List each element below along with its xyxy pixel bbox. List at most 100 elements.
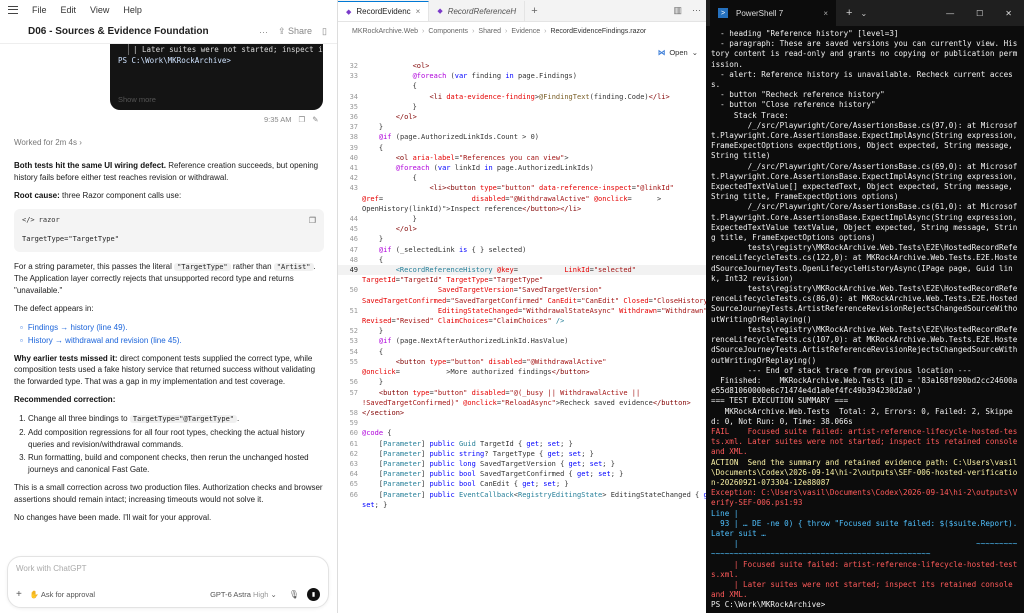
code-line[interactable]: OpenHistory(linkId)">Inspect reference</… [338, 204, 706, 214]
code-line[interactable]: 48 { [338, 255, 706, 265]
code-line[interactable]: !SavedTargetConfirmed)" @onclick="Reload… [338, 398, 706, 408]
code-line[interactable]: 49 <RecordReferenceHistory @key= LinkId=… [338, 265, 706, 276]
code-line[interactable]: SavedTargetConfirmed="SavedTargetConfirm… [338, 296, 706, 306]
model-selector[interactable]: GPT-6 Astra High ⌄ [210, 590, 277, 599]
approval-selector[interactable]: ✋ Ask for approval [30, 590, 210, 599]
code-line[interactable]: 41 @foreach (var linkId in page.Authoriz… [338, 163, 706, 173]
terminal-line: === TEST EXECUTION SUMMARY === [711, 396, 849, 406]
breadcrumb-item[interactable]: RecordEvidenceFindings.razor [550, 28, 646, 35]
worked-duration[interactable]: Worked for 2m 4s › [14, 138, 82, 147]
code-line[interactable]: 57 <button type="button" disabled="@(_bu… [338, 388, 706, 398]
list-item: Add composition regressions for all four… [28, 427, 324, 450]
tab-powershell[interactable]: > PowerShell 7 × [710, 0, 836, 26]
code-line[interactable]: 40 <ol aria-label="References you can vi… [338, 153, 706, 163]
code-line[interactable]: 65 [Parameter] public bool CanEdit { get… [338, 479, 706, 489]
code-line[interactable]: 35 } [338, 102, 706, 112]
terminal-output[interactable]: - heading "Reference history" [level=3] … [706, 26, 1024, 613]
share-button[interactable]: ⇪ Share [278, 26, 312, 37]
code-text: @foreach (var finding in page.Findings) [412, 72, 577, 81]
terminal-line: | ~~~~~~~~~~~~~~~~~~~~~~~~~~~~~~~~~~~~~~… [711, 539, 1018, 559]
show-more-link[interactable]: Show more [118, 94, 315, 105]
code-text: { [362, 174, 417, 183]
tab-record-reference-history[interactable]: ◆ RecordReferenceH [429, 1, 526, 21]
code-line[interactable]: 34 <li data-evidence-finding>@FindingTex… [338, 92, 706, 102]
code-line[interactable]: 46 } [338, 234, 706, 244]
list-item[interactable]: ▫ Findings → history (line 49). [20, 322, 324, 334]
code-line[interactable]: 39 { [338, 143, 706, 153]
code-line[interactable]: @ref= disabled="@WithdrawalActive" @oncl… [338, 194, 706, 204]
new-tab-icon[interactable]: + [846, 7, 852, 19]
code-line[interactable]: 59 [338, 418, 706, 428]
more-options-button[interactable]: ··· [259, 27, 268, 37]
code-line[interactable]: 62 [Parameter] public string? TargetType… [338, 449, 706, 459]
minimize-icon[interactable]: — [946, 9, 954, 18]
close-window-icon[interactable]: ✕ [1005, 9, 1012, 18]
list-item: Run formatting, build and component chec… [28, 452, 324, 475]
code-line[interactable]: 63 [Parameter] public long SavedTargetVe… [338, 459, 706, 469]
code-line[interactable]: 66 [Parameter] public EventCallback<Regi… [338, 490, 706, 500]
code-line[interactable]: 55 <button type="button" disabled="@With… [338, 357, 706, 367]
terminal-line: FAIL Focused suite failed: artist-refere… [711, 426, 1022, 457]
menu-edit[interactable]: Edit [61, 5, 77, 15]
code-line[interactable]: 36 </ol> [338, 112, 706, 122]
chevron-down-icon: ⌄ [691, 48, 698, 57]
code-line[interactable]: 51 EditingStateChanged="WithdrawalStateA… [338, 306, 706, 316]
code-line[interactable]: 50 SavedTargetVersion="SavedTargetVersio… [338, 285, 706, 295]
message-input[interactable]: Work with ChatGPT [16, 564, 87, 573]
close-icon[interactable]: × [823, 9, 828, 18]
sidebar-toggle-icon[interactable]: ▯ [322, 26, 327, 37]
line-number: 60 [349, 429, 358, 438]
code-line[interactable]: Revised="Revised" ClaimChoices="ClaimCho… [338, 316, 706, 326]
file-icon: ▫ [20, 336, 23, 345]
code-line[interactable]: 53 @if (page.NextAfterAuthorizedLinkId.H… [338, 336, 706, 346]
breadcrumb-item[interactable]: MKRockArchive.Web [352, 28, 418, 35]
microphone-icon[interactable]: 🎙︎ [289, 590, 299, 599]
open-in-button[interactable]: ⋈ Open ⌄ [658, 48, 698, 57]
breadcrumb-item[interactable]: Components [428, 28, 468, 35]
code-line[interactable]: 60 @code { [338, 428, 706, 438]
copy-code-icon[interactable]: ❐ [309, 215, 316, 227]
code-line[interactable]: 64 [Parameter] public bool SavedTargetCo… [338, 469, 706, 479]
code-line[interactable]: 45 </ol> [338, 224, 706, 234]
code-line[interactable]: 42 { [338, 173, 706, 183]
code-area[interactable]: 32 <ol> 33 @foreach (var finding in page.… [338, 61, 706, 510]
code-line[interactable]: 61 [Parameter] public Guid TargetId { ge… [338, 439, 706, 449]
breadcrumb-item[interactable]: Shared [478, 28, 501, 35]
menu-help[interactable]: Help [123, 5, 142, 15]
code-line[interactable]: 38 @if (page.AuthorizedLinkIds.Count > 0… [338, 132, 706, 142]
code-line[interactable]: 37 } [338, 122, 706, 132]
list-item[interactable]: ▫ History → withdrawal and revision (line… [20, 335, 324, 347]
new-tab-icon[interactable]: + [525, 5, 543, 21]
code-line[interactable]: 43 <li><button type="button" data-refere… [338, 183, 706, 193]
add-icon[interactable]: + [16, 589, 22, 600]
code-text: [Parameter] public long SavedTargetVersi… [362, 459, 615, 468]
tab-record-evidence[interactable]: ◆ RecordEvidenc × [338, 1, 430, 21]
copy-icon[interactable]: ❐ [299, 115, 306, 124]
code-line[interactable]: 52 } [338, 326, 706, 336]
code-line[interactable]: 56 } [338, 377, 706, 387]
edit-icon[interactable]: ✎ [312, 115, 318, 124]
code-line[interactable]: 58 </section> [338, 408, 706, 418]
line-number: 43 [349, 184, 358, 193]
more-icon[interactable]: ⋯ [687, 5, 706, 21]
code-line[interactable]: 44 } [338, 214, 706, 224]
code-line[interactable]: set; } [338, 500, 706, 510]
chevron-down-icon[interactable]: ⌄ [860, 9, 867, 18]
code-line[interactable]: 54 { [338, 347, 706, 357]
maximize-icon[interactable]: ☐ [976, 9, 983, 18]
code-line[interactable]: 33 @foreach (var finding in page.Finding… [338, 71, 706, 81]
line-number [338, 398, 362, 408]
code-line[interactable]: TargetId="TargetId" TargetType="TargetTy… [338, 275, 706, 285]
voice-button[interactable]: ▮ [307, 587, 320, 601]
split-editor-icon[interactable]: ▥ [668, 5, 687, 21]
code-line[interactable]: @onclick= >More authorized findings</but… [338, 367, 706, 377]
line-number: 45 [349, 225, 358, 234]
code-line[interactable]: 47 @if (_selectedLink is { } selected) [338, 245, 706, 255]
menu-file[interactable]: File [32, 5, 47, 15]
hamburger-icon[interactable] [8, 6, 18, 14]
code-line[interactable]: { [338, 81, 706, 91]
close-icon[interactable]: × [416, 7, 421, 16]
breadcrumb-item[interactable]: Evidence [511, 28, 540, 35]
code-line[interactable]: 32 <ol> [338, 61, 706, 71]
menu-view[interactable]: View [90, 5, 109, 15]
